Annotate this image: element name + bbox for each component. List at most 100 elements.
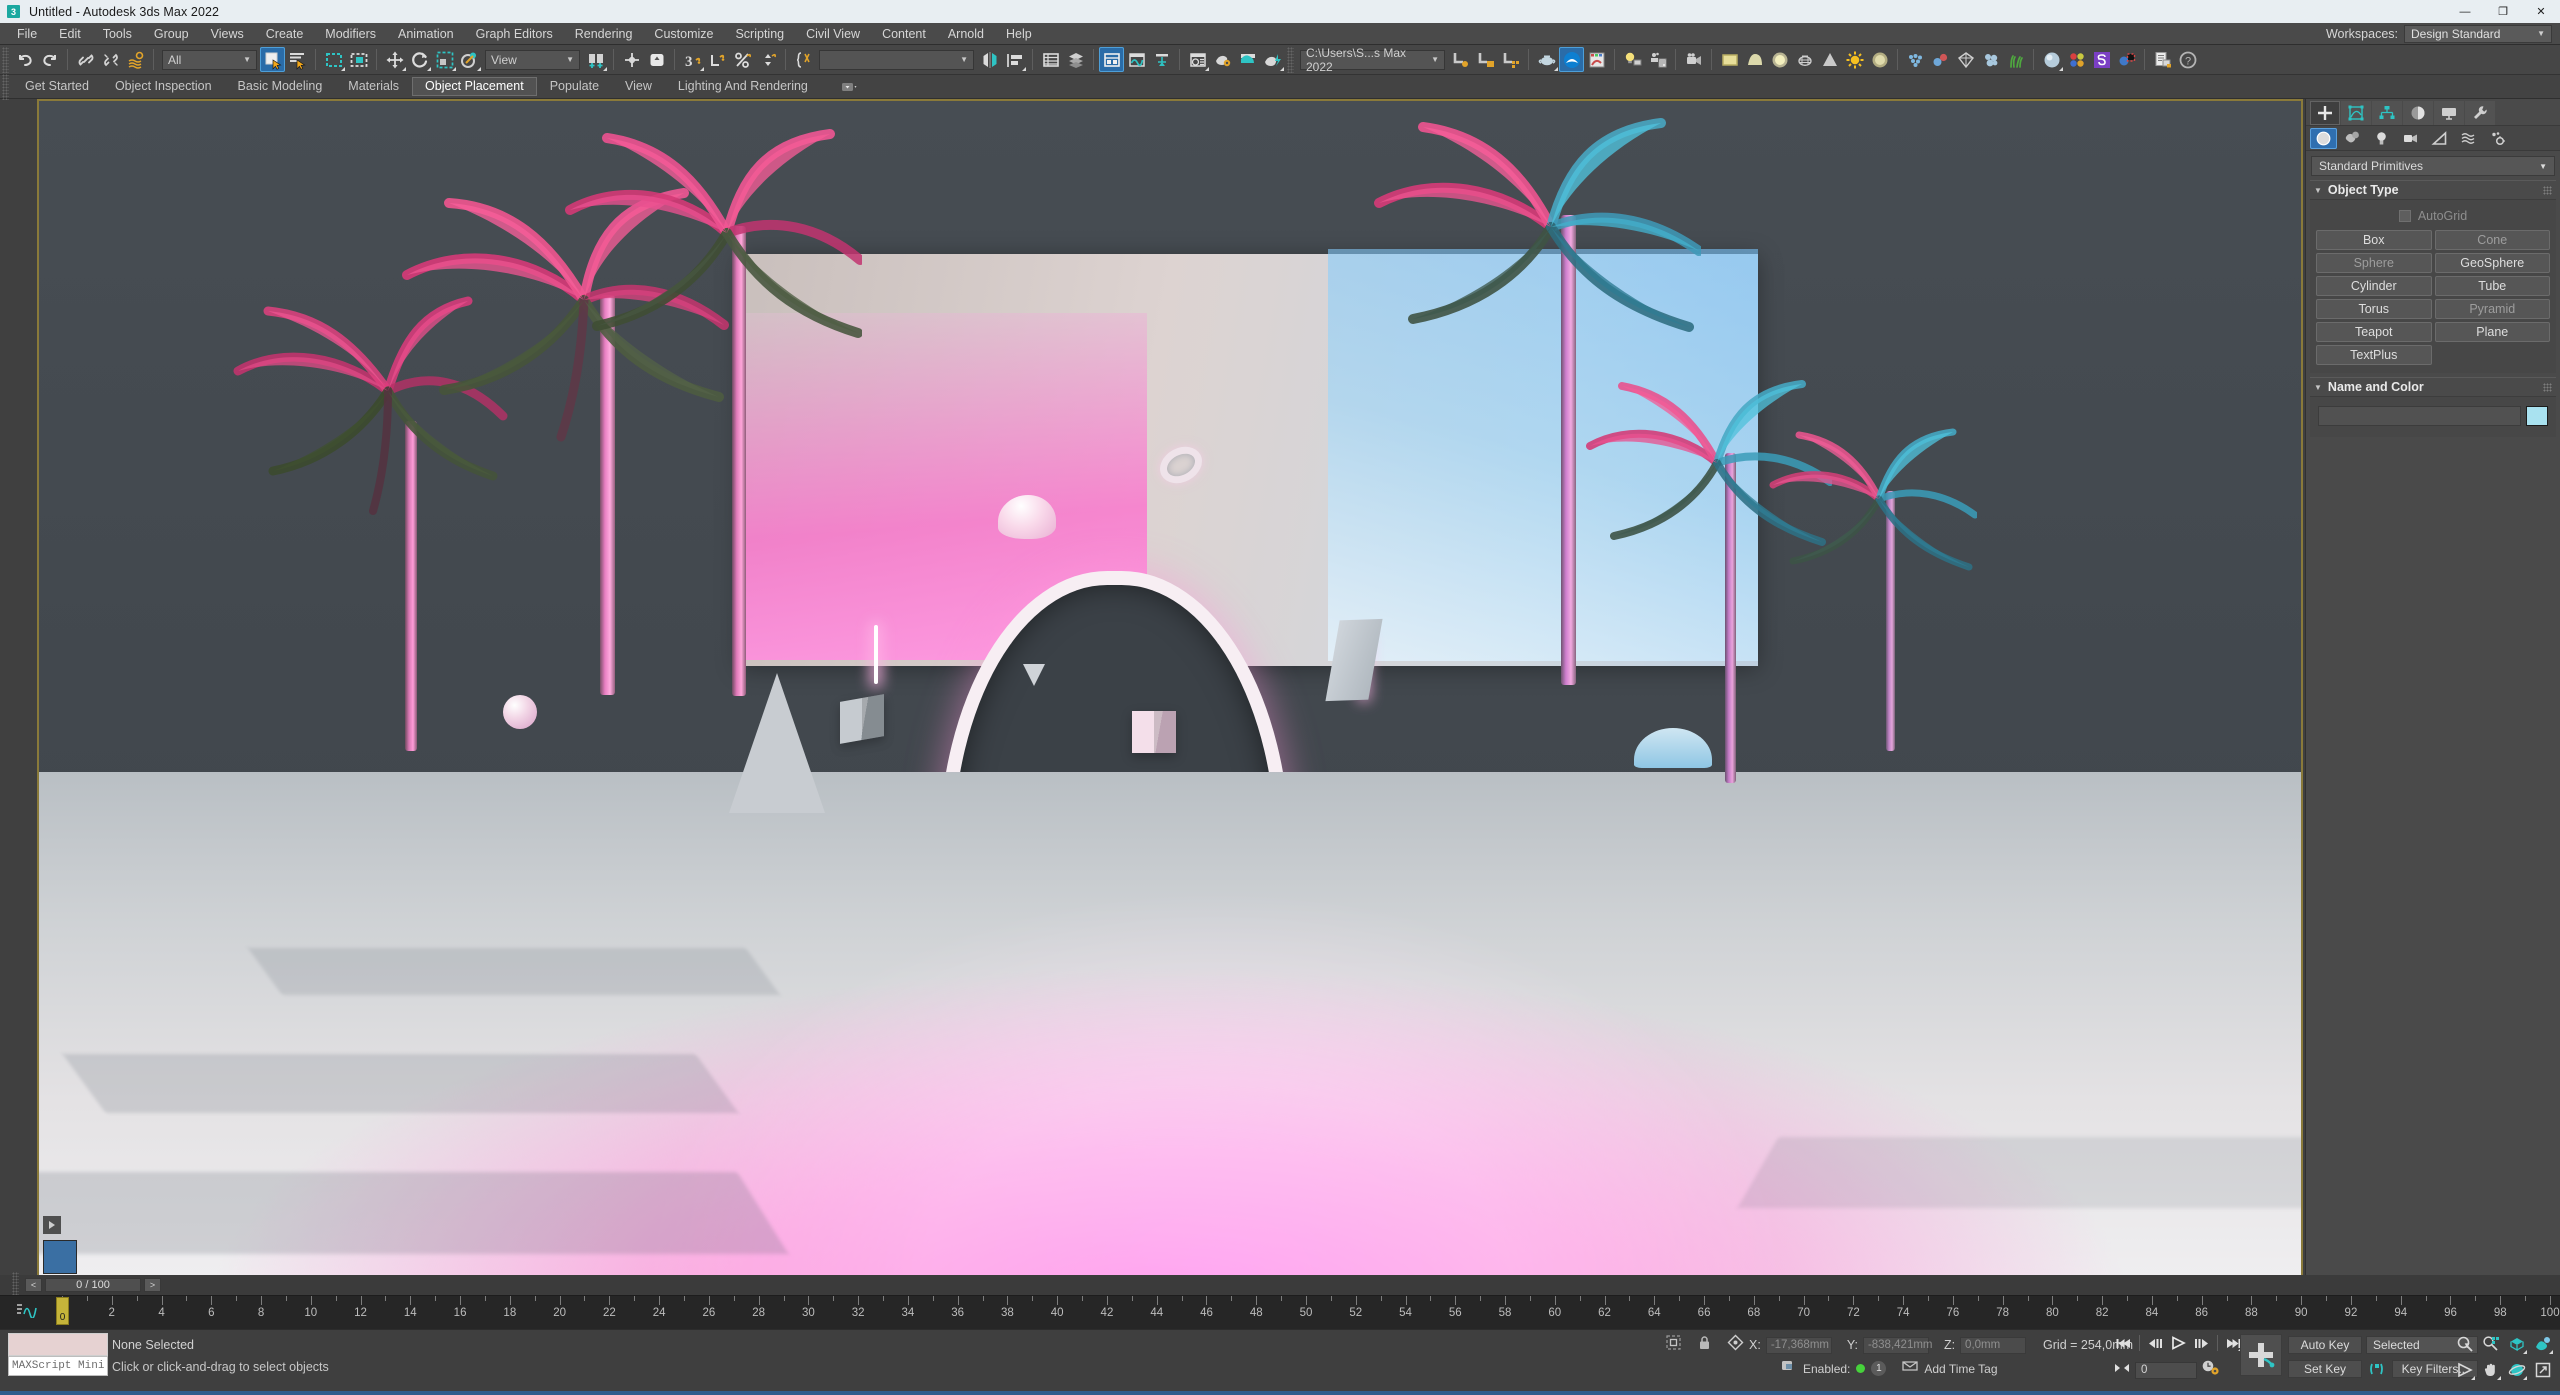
layer-manager-icon[interactable] xyxy=(1063,47,1088,72)
minimize-button[interactable]: — xyxy=(2446,0,2484,23)
material-sphere-icon[interactable] xyxy=(2039,47,2064,72)
create-teapot-button[interactable]: Teapot xyxy=(2316,322,2432,342)
grass-icon[interactable] xyxy=(2003,47,2028,72)
align-icon[interactable] xyxy=(1002,47,1027,72)
viewport-material-preview[interactable] xyxy=(43,1240,77,1274)
menu-graph-editors[interactable]: Graph Editors xyxy=(465,23,564,45)
project-folder-icon[interactable] xyxy=(1473,47,1498,72)
menu-rendering[interactable]: Rendering xyxy=(564,23,644,45)
render-setup-icon[interactable] xyxy=(1210,47,1235,72)
maximize-viewport-icon[interactable] xyxy=(2531,1359,2554,1381)
snaps-toggle-icon[interactable]: 3 xyxy=(680,47,705,72)
volume-icon[interactable] xyxy=(1817,47,1842,72)
create-textplus-button[interactable]: TextPlus xyxy=(2316,345,2432,365)
toolbar-grip[interactable] xyxy=(1287,46,1294,73)
adaptive-degradation-icon[interactable] xyxy=(1780,1358,1797,1379)
create-cylinder-button[interactable]: Cylinder xyxy=(2316,276,2432,296)
auto-key-button[interactable]: Auto Key xyxy=(2288,1336,2362,1354)
menu-content[interactable]: Content xyxy=(871,23,937,45)
select-object-icon[interactable] xyxy=(260,47,285,72)
curve-editor-icon[interactable] xyxy=(1124,47,1149,72)
ribbon-options[interactable] xyxy=(841,80,857,94)
orbit-icon[interactable] xyxy=(2505,1359,2528,1381)
drag-handle-icon[interactable] xyxy=(2543,382,2552,392)
use-center-flyout-icon[interactable] xyxy=(583,47,608,72)
ribbon-grip[interactable] xyxy=(2,73,9,100)
ribbon-tab-basic-modeling[interactable]: Basic Modeling xyxy=(225,77,336,96)
absolute-relative-toggle-icon[interactable] xyxy=(1727,1334,1744,1356)
key-mode-icon[interactable] xyxy=(2366,1360,2388,1378)
set-key-button[interactable]: Set Key xyxy=(2288,1360,2362,1378)
create-box-button[interactable]: Box xyxy=(2316,230,2432,250)
redo-icon[interactable] xyxy=(37,47,62,72)
arnold-icon[interactable] xyxy=(1559,47,1584,72)
primitives-category-dropdown[interactable]: Standard Primitives ▼ xyxy=(2311,156,2555,176)
menu-customize[interactable]: Customize xyxy=(643,23,724,45)
ribbon-tab-lighting-and-rendering[interactable]: Lighting And Rendering xyxy=(665,77,821,96)
drag-handle-icon[interactable] xyxy=(2543,185,2552,195)
degradation-level[interactable]: 1 xyxy=(1871,1361,1887,1376)
ribbon-tab-materials[interactable]: Materials xyxy=(335,77,412,96)
percent-snap-toggle-icon[interactable] xyxy=(730,47,755,72)
geometry-subtab[interactable] xyxy=(2310,127,2337,149)
y-coordinate-field[interactable]: -838,421mm xyxy=(1862,1336,1933,1354)
particle-icon[interactable] xyxy=(1903,47,1928,72)
state-sets-icon[interactable] xyxy=(2114,47,2139,72)
curve-editor-open-icon[interactable] xyxy=(16,1302,38,1323)
selection-filter-dropdown[interactable]: All ▼ xyxy=(162,49,257,70)
material-editor-icon[interactable] xyxy=(1185,47,1210,72)
workspace-dropdown[interactable]: Design Standard ▼ xyxy=(2404,24,2552,43)
zoom-all-icon[interactable] xyxy=(2479,1333,2502,1355)
time-tag-icon[interactable] xyxy=(1902,1359,1919,1378)
layer-explorer-icon[interactable] xyxy=(1038,47,1063,72)
help-icon[interactable]: ? xyxy=(2175,47,2200,72)
mesh-light-icon[interactable] xyxy=(1792,47,1817,72)
zoom-extents-icon[interactable] xyxy=(2505,1333,2528,1355)
atmosphere-icon[interactable] xyxy=(1928,47,1953,72)
light-icon[interactable] xyxy=(1620,47,1645,72)
select-by-name-icon[interactable] xyxy=(285,47,310,72)
project-path-dropdown[interactable]: C:\Users\S...s Max 2022 ▼ xyxy=(1300,46,1445,74)
hierarchy-tab[interactable] xyxy=(2372,101,2402,125)
menu-animation[interactable]: Animation xyxy=(387,23,465,45)
reference-coordinate-dropdown[interactable]: View ▼ xyxy=(485,49,580,70)
create-torus-button[interactable]: Torus xyxy=(2316,299,2432,319)
perspective-viewport[interactable] xyxy=(37,99,2303,1280)
menu-group[interactable]: Group xyxy=(143,23,200,45)
object-name-input[interactable] xyxy=(2318,406,2521,426)
lights-subtab[interactable] xyxy=(2368,128,2395,149)
sky-icon[interactable] xyxy=(1867,47,1892,72)
menu-modifiers[interactable]: Modifiers xyxy=(314,23,387,45)
shapes-subtab[interactable] xyxy=(2339,128,2366,149)
toolbar-grip[interactable] xyxy=(2,46,9,73)
object-type-rollout-header[interactable]: ▼ Object Type xyxy=(2310,180,2556,200)
camera-settings-icon[interactable] xyxy=(1645,47,1670,72)
undo-icon[interactable] xyxy=(12,47,37,72)
select-and-rotate-icon[interactable] xyxy=(407,47,432,72)
dome-light-icon[interactable] xyxy=(1742,47,1767,72)
rectangular-selection-region-icon[interactable] xyxy=(321,47,346,72)
previous-frame-button[interactable]: < xyxy=(25,1278,42,1292)
selection-lock-region-icon[interactable] xyxy=(1665,1334,1682,1356)
bind-space-warp-icon[interactable] xyxy=(123,47,148,72)
key-mode-toggle-icon[interactable] xyxy=(2113,1361,2131,1380)
menu-tools[interactable]: Tools xyxy=(92,23,143,45)
maxscript-input-field[interactable]: MAXScript Mini Listener xyxy=(8,1356,108,1376)
transform-lock-icon[interactable] xyxy=(1697,1334,1712,1356)
teapot-icon[interactable] xyxy=(1534,47,1559,72)
rendered-frame-window-icon[interactable] xyxy=(1235,47,1260,72)
edit-named-selection-sets-icon[interactable] xyxy=(791,47,816,72)
menu-civil-view[interactable]: Civil View xyxy=(795,23,871,45)
next-frame-icon[interactable] xyxy=(2191,1333,2212,1353)
toggle-ribbon-icon[interactable] xyxy=(1099,47,1124,72)
menu-create[interactable]: Create xyxy=(255,23,315,45)
select-and-manipulate-icon[interactable] xyxy=(619,47,644,72)
open-explorer-icon[interactable] xyxy=(1448,47,1473,72)
keyboard-shortcut-override-icon[interactable] xyxy=(644,47,669,72)
menu-help[interactable]: Help xyxy=(995,23,1043,45)
select-and-move-icon[interactable] xyxy=(382,47,407,72)
create-tab[interactable] xyxy=(2310,101,2340,125)
ribbon-tab-view[interactable]: View xyxy=(612,77,665,96)
ribbon-tab-object-placement[interactable]: Object Placement xyxy=(412,77,537,96)
menu-arnold[interactable]: Arnold xyxy=(937,23,995,45)
